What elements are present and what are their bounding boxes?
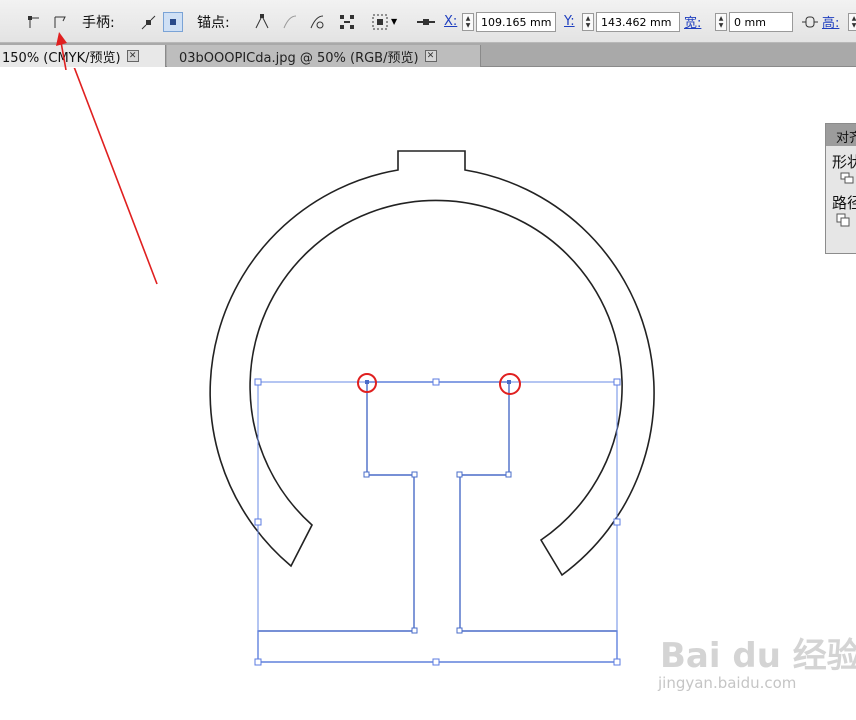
connect-endpoints-button[interactable] — [280, 0, 300, 43]
align-panel: 对齐 形状 路径 — [825, 123, 856, 254]
chevron-down-icon: ▼ — [391, 17, 398, 26]
isolate-points-icon — [337, 12, 357, 32]
y-label: Y: — [564, 14, 575, 29]
y-position-field[interactable]: 143.462 mm — [596, 11, 680, 32]
y-stepper[interactable]: ▲ ▼ — [582, 12, 594, 31]
connect-endpoints-icon — [280, 12, 300, 32]
anchors-label: 锚点: — [197, 14, 230, 31]
close-icon[interactable]: ✕ — [424, 50, 437, 62]
transform-options-dropdown[interactable]: ▼ — [370, 0, 397, 43]
annotation-arrow-line — [73, 68, 158, 285]
watermark-brand: Bai du 经验 — [660, 636, 856, 676]
cut-path-icon — [307, 12, 327, 32]
width-field-group: ▲ ▼ 0 mm — [715, 0, 793, 43]
width-field[interactable]: 0 mm — [729, 11, 793, 32]
outer-ring-path — [209, 150, 655, 577]
panel-title[interactable]: 对齐 — [826, 124, 856, 146]
anchor-reference-button[interactable] — [416, 0, 436, 43]
width-label: 宽: — [684, 16, 702, 31]
cut-path-button[interactable] — [307, 0, 327, 43]
x-label: X: — [444, 14, 458, 29]
height-label: 高: — [822, 16, 840, 31]
remove-anchor-icon — [252, 12, 272, 32]
anchor-points — [363, 471, 512, 634]
x-stepper[interactable]: ▲ ▼ — [462, 12, 474, 31]
pathfinders-label: 路径 — [832, 194, 856, 212]
arrow-overlay — [56, 32, 67, 70]
constrain-proportions-button[interactable] — [800, 0, 820, 43]
height-field-group: ▲ ▼ — [848, 0, 856, 43]
baidu-watermark: Bai du 经验 jingyan.baidu.com — [640, 628, 856, 708]
artboard-canvas[interactable] — [0, 68, 856, 720]
unite-icon[interactable] — [826, 172, 856, 187]
divide-icon[interactable] — [826, 213, 856, 230]
link-icon — [800, 12, 820, 32]
isolate-points-button[interactable] — [337, 0, 357, 43]
shape-modes-label: 形状 — [832, 153, 856, 171]
tab-document-jpg[interactable]: 03bOOOPICda.jpg @ 50% (RGB/预览) ✕ — [167, 45, 481, 67]
width-stepper[interactable]: ▲ ▼ — [715, 12, 727, 31]
y-field-group: ▲ ▼ 143.462 mm — [582, 0, 680, 43]
x-position-field[interactable]: 109.165 mm — [476, 11, 556, 32]
x-field-group: ▲ ▼ 109.165 mm — [462, 0, 556, 43]
watermark-url: jingyan.baidu.com — [658, 674, 797, 692]
tab-label: 03bOOOPICda.jpg @ 50% (RGB/预览) — [179, 50, 419, 66]
transform-icon — [370, 12, 390, 32]
reference-point-icon — [416, 12, 436, 32]
height-stepper[interactable]: ▲ ▼ — [848, 12, 856, 31]
artwork-svg — [73, 68, 655, 666]
remove-anchor-button[interactable] — [252, 0, 272, 43]
